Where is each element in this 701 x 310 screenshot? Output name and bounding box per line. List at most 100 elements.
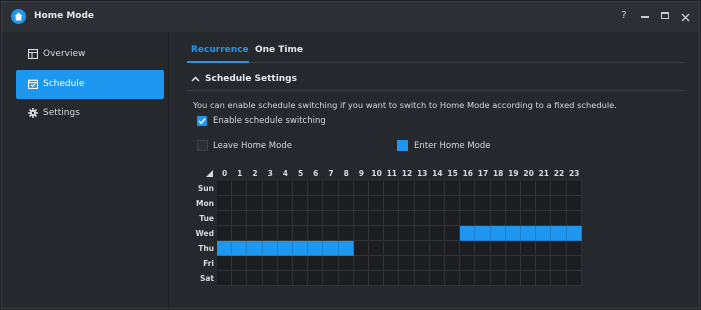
schedule-cell[interactable] [566, 241, 582, 256]
schedule-cell[interactable] [338, 196, 354, 211]
schedule-cell[interactable] [247, 256, 263, 271]
schedule-cell[interactable] [536, 241, 552, 256]
schedule-cell[interactable] [399, 181, 415, 196]
close-button[interactable] [678, 10, 692, 25]
schedule-cell[interactable] [490, 226, 506, 241]
schedule-cell[interactable] [536, 196, 552, 211]
schedule-cell[interactable] [429, 226, 445, 241]
schedule-cell[interactable] [308, 271, 324, 286]
schedule-cell[interactable] [429, 241, 445, 256]
section-title[interactable]: Schedule Settings [205, 74, 297, 84]
schedule-cell[interactable] [414, 181, 430, 196]
sidebar-item-overview[interactable]: Overview [16, 40, 164, 69]
schedule-cell[interactable] [353, 181, 369, 196]
schedule-cell[interactable] [399, 241, 415, 256]
schedule-cell[interactable] [429, 181, 445, 196]
schedule-cell[interactable] [369, 256, 385, 271]
schedule-cell[interactable] [490, 256, 506, 271]
hour-label[interactable]: 2 [247, 166, 262, 181]
schedule-cell[interactable] [551, 211, 567, 226]
schedule-cell[interactable] [566, 226, 582, 241]
schedule-cell[interactable] [308, 181, 324, 196]
hour-label[interactable]: 7 [323, 166, 338, 181]
schedule-cell[interactable] [460, 211, 476, 226]
schedule-cell[interactable] [262, 226, 278, 241]
schedule-cell[interactable] [384, 181, 400, 196]
enable-schedule-checkbox[interactable] [197, 116, 207, 126]
schedule-cell[interactable] [414, 196, 430, 211]
schedule-cell[interactable] [551, 196, 567, 211]
schedule-cell[interactable] [217, 181, 233, 196]
schedule-cell[interactable] [475, 181, 491, 196]
schedule-cell[interactable] [338, 211, 354, 226]
schedule-cell[interactable] [460, 226, 476, 241]
schedule-cell[interactable] [232, 241, 248, 256]
schedule-cell[interactable] [384, 196, 400, 211]
schedule-cell[interactable] [338, 241, 354, 256]
schedule-cell[interactable] [384, 271, 400, 286]
schedule-cell[interactable] [323, 241, 339, 256]
schedule-cell[interactable] [353, 241, 369, 256]
schedule-cell[interactable] [308, 226, 324, 241]
schedule-cell[interactable] [217, 226, 233, 241]
leave-home-mode-swatch[interactable] [197, 140, 208, 151]
schedule-cell[interactable] [414, 271, 430, 286]
schedule-cell[interactable] [536, 181, 552, 196]
schedule-cell[interactable] [369, 226, 385, 241]
schedule-cell[interactable] [277, 256, 293, 271]
day-label[interactable]: Tue [195, 211, 217, 226]
schedule-cell[interactable] [262, 196, 278, 211]
schedule-cell[interactable] [369, 211, 385, 226]
schedule-cell[interactable] [414, 211, 430, 226]
schedule-cell[interactable] [475, 211, 491, 226]
schedule-cell[interactable] [323, 271, 339, 286]
schedule-cell[interactable] [293, 241, 309, 256]
schedule-cell[interactable] [414, 241, 430, 256]
help-button[interactable]: ? [617, 10, 631, 21]
schedule-cell[interactable] [384, 256, 400, 271]
enter-home-mode-swatch[interactable] [397, 140, 408, 151]
schedule-cell[interactable] [232, 211, 248, 226]
maximize-button[interactable] [658, 10, 672, 19]
schedule-cell[interactable] [338, 271, 354, 286]
schedule-cell[interactable] [293, 271, 309, 286]
schedule-cell[interactable] [369, 181, 385, 196]
schedule-cell[interactable] [429, 211, 445, 226]
schedule-cell[interactable] [247, 181, 263, 196]
schedule-cell[interactable] [460, 271, 476, 286]
schedule-cell[interactable] [521, 271, 537, 286]
schedule-cell[interactable] [490, 271, 506, 286]
schedule-cell[interactable] [338, 256, 354, 271]
schedule-cell[interactable] [475, 241, 491, 256]
schedule-cell[interactable] [277, 181, 293, 196]
schedule-cell[interactable] [277, 196, 293, 211]
schedule-cell[interactable] [353, 226, 369, 241]
schedule-cell[interactable] [323, 181, 339, 196]
schedule-cell[interactable] [445, 241, 461, 256]
hour-label[interactable]: 0 [217, 166, 232, 181]
schedule-cell[interactable] [262, 181, 278, 196]
schedule-cell[interactable] [232, 196, 248, 211]
schedule-cell[interactable] [414, 226, 430, 241]
schedule-cell[interactable] [293, 256, 309, 271]
schedule-cell[interactable] [429, 271, 445, 286]
schedule-cell[interactable] [505, 271, 521, 286]
schedule-cell[interactable] [353, 211, 369, 226]
schedule-cell[interactable] [217, 241, 233, 256]
schedule-cell[interactable] [566, 196, 582, 211]
schedule-cell[interactable] [369, 271, 385, 286]
schedule-cell[interactable] [566, 256, 582, 271]
hour-label[interactable]: 18 [491, 166, 506, 181]
schedule-cell[interactable] [536, 256, 552, 271]
schedule-cell[interactable] [353, 196, 369, 211]
schedule-cell[interactable] [247, 241, 263, 256]
schedule-cell[interactable] [232, 271, 248, 286]
schedule-cell[interactable] [445, 226, 461, 241]
schedule-cell[interactable] [536, 226, 552, 241]
schedule-cell[interactable] [247, 226, 263, 241]
schedule-cell[interactable] [445, 211, 461, 226]
schedule-cell[interactable] [308, 241, 324, 256]
schedule-cell[interactable] [429, 256, 445, 271]
schedule-cell[interactable] [521, 226, 537, 241]
schedule-cell[interactable] [277, 226, 293, 241]
